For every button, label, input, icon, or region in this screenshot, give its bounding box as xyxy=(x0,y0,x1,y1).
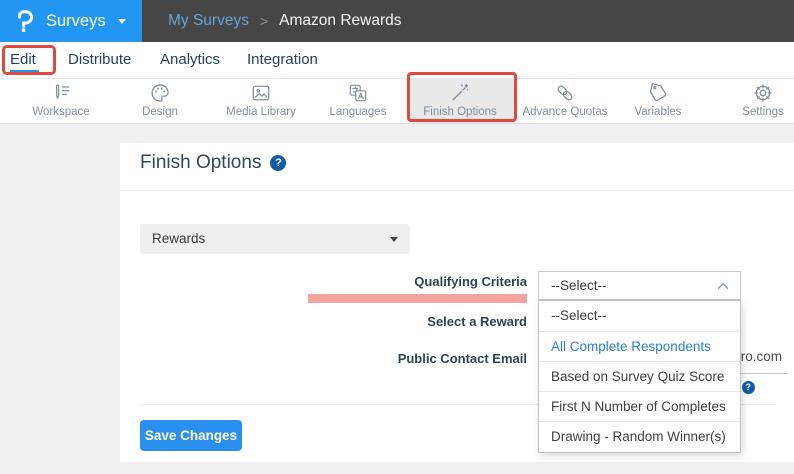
title-divider xyxy=(120,190,794,191)
qualifying-criteria-dropdown-list: --Select-- All Complete Respondents Base… xyxy=(538,300,741,453)
rewards-select[interactable]: Rewards xyxy=(140,224,410,254)
toolbar-item-design[interactable]: Design xyxy=(110,79,210,123)
app-window: Surveys My Surveys > Amazon Rewards Edit… xyxy=(0,0,794,474)
image-icon xyxy=(211,82,311,105)
qualifying-criteria-selected-value: --Select-- xyxy=(551,278,607,293)
questionpro-logo-icon xyxy=(12,8,38,34)
dropdown-option[interactable]: --Select-- xyxy=(539,301,740,331)
dropdown-option[interactable]: Based on Survey Quiz Score xyxy=(539,361,740,391)
rewards-select-value: Rewards xyxy=(152,231,206,246)
chevron-down-icon xyxy=(118,19,126,24)
tab-analytics[interactable]: Analytics xyxy=(160,42,220,78)
gear-icon xyxy=(713,82,794,105)
toolbar-item-media-library[interactable]: Media Library xyxy=(211,79,311,123)
toolbar-item-advance-quotas[interactable]: Advance Quotas xyxy=(515,79,615,123)
tab-integration[interactable]: Integration xyxy=(247,42,318,78)
palette-icon xyxy=(110,82,210,105)
dropdown-option[interactable]: All Complete Respondents xyxy=(539,331,740,361)
breadcrumb: My Surveys > Amazon Rewards xyxy=(142,0,794,42)
help-icon[interactable]: ? xyxy=(741,381,755,394)
tag-icon xyxy=(608,82,708,105)
survey-nav: Edit Distribute Analytics Integration xyxy=(0,42,794,79)
active-tab-underline xyxy=(10,70,39,72)
breadcrumb-separator: > xyxy=(259,13,269,29)
toolbar-item-finish-options[interactable]: Finish Options xyxy=(410,79,510,123)
select-a-reward-label: Select a Reward xyxy=(427,314,527,329)
page-title: Finish Options xyxy=(140,152,262,173)
breadcrumb-my-surveys[interactable]: My Surveys xyxy=(168,12,249,30)
public-contact-email-label: Public Contact Email xyxy=(397,351,527,366)
chain-link-icon xyxy=(515,82,615,105)
save-changes-button[interactable]: Save Changes xyxy=(140,420,242,451)
pencil-list-icon xyxy=(11,82,111,105)
chevron-up-icon xyxy=(714,277,732,295)
product-menu-label: Surveys xyxy=(46,12,106,30)
dropdown-option[interactable]: First N Number of Completes xyxy=(539,391,740,421)
tab-distribute[interactable]: Distribute xyxy=(68,42,131,78)
breadcrumb-current-survey: Amazon Rewards xyxy=(279,12,402,29)
qualifying-criteria-label: Qualifying Criteria xyxy=(414,274,527,289)
toolbar-item-variables[interactable]: Variables xyxy=(608,79,708,123)
translate-icon xyxy=(308,82,408,105)
toolbar-item-languages[interactable]: Languages xyxy=(308,79,408,123)
dropdown-option[interactable]: Drawing - Random Winner(s) xyxy=(539,421,740,451)
help-icon[interactable]: ? xyxy=(270,155,287,171)
product-menu-button[interactable]: Surveys xyxy=(0,0,142,42)
chevron-down-icon xyxy=(390,237,398,242)
public-contact-email-input[interactable]: ro.com xyxy=(741,349,782,364)
tab-edit[interactable]: Edit xyxy=(10,42,36,78)
toolbar-item-settings[interactable]: Settings xyxy=(713,79,794,123)
qualifying-criteria-select[interactable]: --Select-- xyxy=(538,271,741,300)
annotation-highlight-pink xyxy=(308,294,527,303)
toolbar-item-workspace[interactable]: Workspace xyxy=(11,79,111,123)
magic-wand-icon xyxy=(410,82,510,105)
